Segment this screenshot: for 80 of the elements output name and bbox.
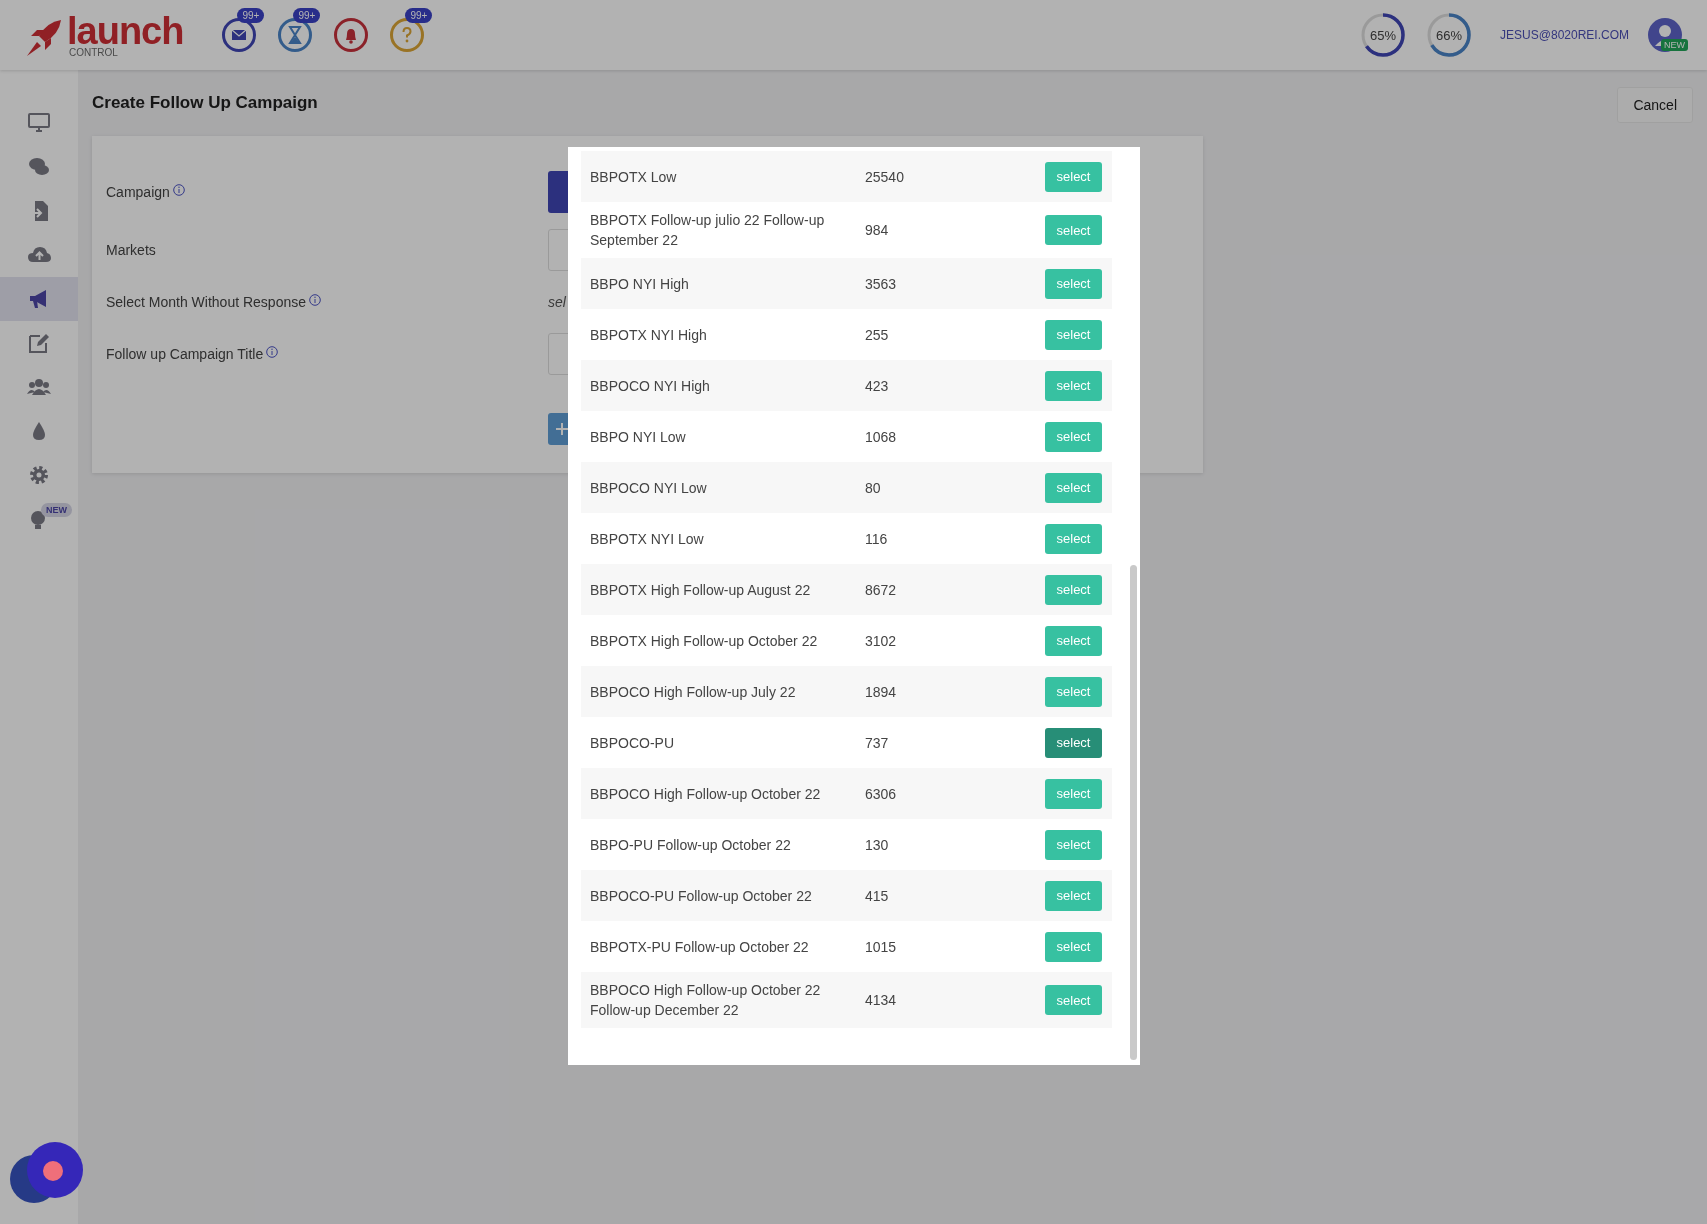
- chat-launcher-icon[interactable]: [10, 1141, 84, 1205]
- mail-button[interactable]: 99+: [221, 7, 268, 53]
- progress-reading: 65%: [1369, 26, 1398, 45]
- record-count: 8672: [865, 580, 898, 600]
- user-email[interactable]: JESUS@8020REI.COM: [1500, 28, 1629, 42]
- select-button[interactable]: select: [1045, 574, 1102, 605]
- sidebar-item[interactable]: [0, 277, 78, 321]
- new-badge: NEW: [1661, 39, 1688, 51]
- select-button[interactable]: select: [1045, 727, 1102, 758]
- record-count: 3102: [865, 631, 898, 651]
- new-badge: NEW: [41, 503, 72, 517]
- select-button[interactable]: select: [1045, 268, 1102, 299]
- select-button[interactable]: select: [1045, 370, 1102, 401]
- select-button[interactable]: select: [1045, 472, 1102, 503]
- select-button[interactable]: select: [1045, 778, 1102, 809]
- record-count: 3563: [865, 274, 898, 294]
- field-label: Campaign: [106, 184, 170, 200]
- campaign-name: BBPOTX High Follow-up October 22: [590, 631, 819, 651]
- field-label: Select Month Without Response: [106, 294, 306, 310]
- page-title: Create Follow Up Campaign: [92, 93, 318, 113]
- record-count: 1894: [865, 682, 898, 702]
- count-badge: 99+: [237, 8, 265, 23]
- hourglass-icon: [277, 17, 314, 53]
- help-button[interactable]: 99+: [389, 7, 436, 53]
- record-count: 4134: [865, 991, 898, 1010]
- campaign-name: BBPOTX NYI High: [590, 325, 708, 345]
- select-button[interactable]: select: [1045, 931, 1102, 962]
- monitor-icon: [27, 111, 51, 135]
- campaign-name: BBPOTX NYI Low: [590, 529, 705, 549]
- select-button[interactable]: select: [1045, 523, 1102, 554]
- campaign-name: BBPO NYI High: [590, 274, 690, 294]
- help-icon: [389, 17, 426, 53]
- record-count: 130: [865, 835, 890, 855]
- campaign-name: BBPOCO High Follow-up October 22: [590, 784, 822, 804]
- campaign-name: BBPOCO High Follow-up October 22 Follow-up December 22: [590, 981, 822, 1020]
- campaign-name: BBPOCO NYI High: [590, 376, 711, 396]
- select-button[interactable]: select: [1045, 215, 1102, 245]
- field-label: Follow up Campaign Title: [106, 346, 264, 362]
- count-badge: 99+: [405, 8, 433, 23]
- select-button[interactable]: select: [1045, 319, 1102, 350]
- hourglass-button[interactable]: 99+: [277, 7, 324, 53]
- select-button[interactable]: select: [1045, 880, 1102, 911]
- record-count: 423: [865, 376, 890, 396]
- campaign-name: BBPOCO NYI Low: [590, 478, 708, 498]
- sidebar-item[interactable]: NEW: [0, 497, 78, 541]
- select-button[interactable]: select: [1045, 676, 1102, 707]
- select-button[interactable]: select: [1045, 829, 1102, 860]
- campaign-name: BBPO-PU Follow-up October 22: [590, 835, 792, 855]
- record-count: 737: [865, 733, 890, 753]
- record-count: 116: [865, 529, 889, 549]
- select-button[interactable]: select: [1045, 985, 1102, 1015]
- campaign-name: BBPOTX Follow-up julio 22 Follow-up September 22: [590, 211, 826, 250]
- bell-icon: [333, 17, 370, 53]
- select-button[interactable]: select: [1045, 421, 1102, 452]
- record-count: 25540: [865, 167, 905, 187]
- campaign-name: BBPOCO-PU: [590, 733, 675, 753]
- campaign-name: BBPOTX High Follow-up August 22: [590, 580, 812, 600]
- record-count: 415: [865, 886, 890, 906]
- record-count: 1015: [865, 937, 898, 957]
- record-count: 1068: [865, 427, 898, 447]
- campaign-name: BBPOTX Low: [590, 167, 678, 187]
- field-label: Markets: [106, 242, 156, 258]
- record-count: 984: [865, 221, 890, 240]
- campaign-name: BBPOCO-PU Follow-up October 22: [590, 886, 813, 906]
- edit-icon: [27, 331, 51, 355]
- mail-icon: [221, 17, 258, 53]
- campaign-name: BBPOCO High Follow-up July 22: [590, 682, 797, 702]
- campaign-name: BBPO NYI Low: [590, 427, 687, 447]
- select-button[interactable]: select: [1045, 161, 1102, 192]
- cancel-button[interactable]: Cancel: [1617, 87, 1693, 123]
- progress-reading: 66%: [1435, 26, 1464, 45]
- record-count: 255: [865, 325, 890, 345]
- campaign-name: BBPOTX-PU Follow-up October 22: [590, 937, 810, 957]
- record-count: 80: [865, 478, 882, 498]
- logo-tagline: CONTROL: [69, 48, 119, 58]
- select-button[interactable]: select: [1045, 625, 1102, 656]
- count-badge: 99+: [293, 8, 321, 23]
- record-count: 6306: [865, 784, 898, 804]
- scrollbar-thumb[interactable]: [1130, 565, 1137, 1060]
- settings-icon: [27, 463, 51, 487]
